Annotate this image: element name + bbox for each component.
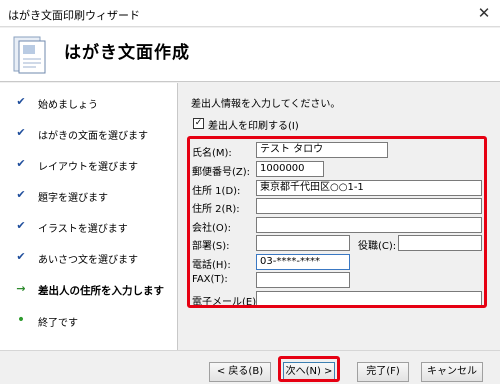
step-item: ✔ レイアウトを選びます (0, 155, 178, 175)
checkbox-box[interactable]: ✓ (193, 118, 204, 129)
checkmark-icon: ✔ (16, 126, 26, 139)
back-button[interactable]: < 戻る(B) (209, 362, 271, 382)
zip-field[interactable]: 1000000 (256, 161, 324, 177)
step-label: 題字を選びます (38, 193, 108, 204)
step-label: 始めましょう (38, 100, 98, 111)
step-label: 差出人の住所を入力します (38, 285, 164, 297)
fax-label: FAX(T): (192, 274, 228, 285)
name-field[interactable]: テスト タロウ (256, 142, 388, 158)
job-title-label: 役職(C): (358, 241, 397, 252)
page-title: はがき文面作成 (64, 43, 190, 63)
arrow-right-icon: → (16, 282, 26, 295)
step-item-current: → 差出人の住所を入力します (0, 280, 178, 300)
company-field[interactable] (256, 217, 482, 233)
cancel-button[interactable]: キャンセル (421, 362, 483, 382)
title-bar: はがき文面印刷ウィザード ✕ (0, 0, 500, 27)
department-label: 部署(S): (192, 241, 230, 252)
checkmark-icon: ✔ (16, 219, 26, 232)
phone-label: 電話(H): (192, 260, 231, 271)
department-field[interactable] (256, 235, 350, 251)
step-item: ✔ 始めましょう (0, 93, 178, 113)
email-field[interactable] (256, 291, 482, 307)
step-label: レイアウトを選びます (38, 162, 138, 173)
next-button[interactable]: 次へ(N) > (283, 362, 335, 382)
address1-label: 住所 1(D): (192, 186, 241, 197)
email-label: 電子メール(E): (192, 297, 260, 308)
step-item: • 終了です (0, 311, 178, 331)
instruction-text: 差出人情報を入力してください。 (191, 99, 341, 110)
step-label: はがきの文面を選びます (38, 131, 148, 142)
bullet-icon: • (16, 312, 26, 328)
step-label: 終了です (38, 318, 78, 329)
checkmark-icon: ✔ (16, 95, 26, 108)
wizard-header: はがき文面作成 (0, 28, 500, 82)
phone-field[interactable]: 03-****-**** (256, 254, 350, 270)
print-sender-label: 差出人を印刷する(I) (208, 121, 299, 132)
close-icon[interactable]: ✕ (468, 0, 500, 27)
finish-button[interactable]: 完了(F) (357, 362, 409, 382)
name-label: 氏名(M): (192, 148, 232, 159)
address2-field[interactable] (256, 198, 482, 214)
step-item: ✔ あいさつ文を選びます (0, 248, 178, 268)
checkmark-icon: ✔ (16, 157, 26, 170)
checkmark-icon: ✔ (16, 188, 26, 201)
step-label: あいさつ文を選びます (38, 255, 138, 266)
checkmark-icon: ✔ (16, 250, 26, 263)
step-list: ✔ 始めましょう ✔ はがきの文面を選びます ✔ レイアウトを選びます ✔ 題字… (0, 83, 178, 350)
fax-field[interactable] (256, 272, 350, 288)
wizard-footer: < 戻る(B) 次へ(N) > 完了(F) キャンセル (0, 350, 500, 384)
step-item: ✔ イラストを選びます (0, 217, 178, 237)
address1-field[interactable]: 東京都千代田区○○1-1 (256, 180, 482, 196)
company-label: 会社(O): (192, 223, 232, 234)
address2-label: 住所 2(R): (192, 204, 240, 215)
window-title: はがき文面印刷ウィザード (8, 9, 140, 22)
zip-label: 郵便番号(Z): (192, 167, 251, 178)
job-title-field[interactable] (398, 235, 482, 251)
step-item: ✔ 題字を選びます (0, 186, 178, 206)
postcard-icon (13, 36, 46, 74)
step-label: イラストを選びます (38, 224, 128, 235)
step-item: ✔ はがきの文面を選びます (0, 124, 178, 144)
